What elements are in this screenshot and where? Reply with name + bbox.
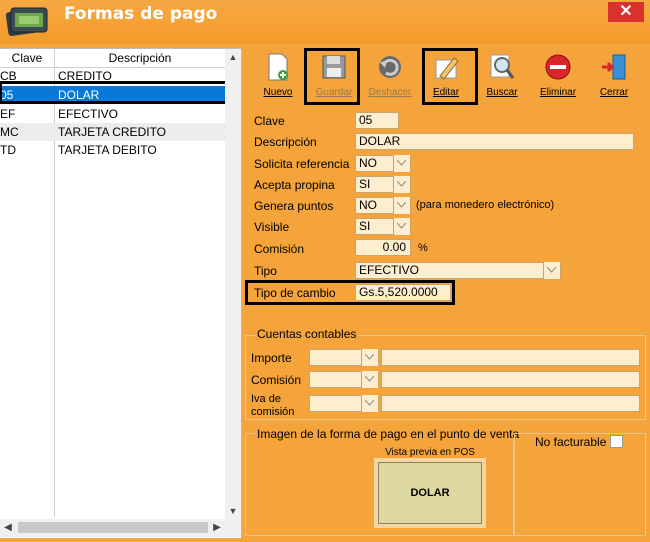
acepta-propina-label: Acepta propina bbox=[254, 178, 335, 192]
deshacer-button[interactable]: Deshacer bbox=[365, 49, 415, 103]
eliminar-label: Eliminar bbox=[539, 87, 577, 98]
descripcion-field[interactable]: DOLAR bbox=[355, 133, 634, 150]
column-header-clave[interactable]: Clave bbox=[0, 49, 55, 67]
list-row[interactable]: EF EFECTIVO bbox=[0, 105, 225, 123]
editar-highlight-frame bbox=[422, 48, 478, 105]
visible-value: SI bbox=[359, 219, 371, 233]
no-facturable-checkbox[interactable] bbox=[610, 435, 623, 448]
acepta-propina-value: SI bbox=[359, 177, 371, 191]
delete-icon bbox=[545, 54, 571, 80]
buscar-button[interactable]: Buscar bbox=[477, 49, 527, 103]
importe-account-select[interactable] bbox=[309, 349, 379, 366]
guardar-highlight-frame bbox=[304, 48, 360, 105]
new-document-icon bbox=[268, 53, 288, 81]
scroll-right-icon[interactable]: ▶ bbox=[209, 519, 225, 537]
title-bar: Formas de pago ✕ bbox=[0, 0, 650, 44]
payment-methods-list: Clave Descripción CB CREDITO 05 DOLAR EF… bbox=[0, 48, 242, 538]
list-row[interactable]: TD TARJETA DEBITO bbox=[0, 141, 225, 159]
chevron-down-icon[interactable] bbox=[393, 155, 410, 172]
cerrar-button[interactable]: Cerrar bbox=[589, 49, 639, 103]
comision-cuenta-label: Comisión bbox=[251, 373, 302, 387]
descripcion-label: Descripción bbox=[254, 135, 317, 149]
undo-icon bbox=[379, 56, 401, 78]
preview-label: Vista previa en POS bbox=[385, 447, 475, 458]
visible-select[interactable]: SI bbox=[355, 218, 411, 235]
scroll-down-icon[interactable]: ▼ bbox=[225, 503, 241, 519]
importe-label: Importe bbox=[251, 351, 292, 365]
magnifier-icon bbox=[490, 54, 515, 79]
selection-highlight-frame bbox=[0, 81, 228, 104]
scroll-up-icon[interactable]: ▲ bbox=[225, 49, 241, 65]
pos-preview: DOLAR bbox=[374, 458, 486, 528]
column-header-descripcion[interactable]: Descripción bbox=[55, 49, 225, 67]
clave-field[interactable]: 05 bbox=[355, 112, 399, 129]
toolbar: Nuevo Guardar Deshacer Editar Buscar Eli… bbox=[247, 48, 645, 106]
scroll-thumb[interactable] bbox=[18, 522, 208, 533]
genera-puntos-label: Genera puntos bbox=[254, 199, 334, 213]
comision-field[interactable]: 0.00 bbox=[355, 239, 411, 256]
iva-comision-label-1: Iva de bbox=[251, 393, 281, 405]
iva-comision-account-select[interactable] bbox=[309, 395, 379, 412]
exit-door-icon bbox=[602, 54, 626, 80]
list-header: Clave Descripción bbox=[0, 49, 225, 68]
comision-label: Comisión bbox=[254, 242, 305, 256]
cerrar-label: Cerrar bbox=[599, 87, 629, 98]
deshacer-label: Deshacer bbox=[368, 87, 412, 98]
no-facturable-label: No facturable bbox=[535, 435, 607, 449]
close-window-button[interactable]: ✕ bbox=[608, 2, 644, 22]
list-row[interactable]: MC TARJETA CREDITO bbox=[0, 123, 225, 141]
window-title: Formas de pago bbox=[64, 4, 218, 24]
scroll-left-icon[interactable]: ◀ bbox=[0, 519, 16, 537]
horizontal-scrollbar[interactable]: ◀ ▶ bbox=[0, 519, 241, 537]
chevron-down-icon[interactable] bbox=[361, 371, 378, 388]
row-descripcion: TARJETA DEBITO bbox=[58, 143, 157, 157]
eliminar-button[interactable]: Eliminar bbox=[533, 49, 583, 103]
genera-puntos-hint: (para monedero electrónico) bbox=[416, 199, 555, 211]
importe-account-name[interactable] bbox=[381, 349, 640, 366]
chevron-down-icon[interactable] bbox=[393, 197, 410, 214]
nuevo-button[interactable]: Nuevo bbox=[253, 49, 303, 103]
pos-preview-button[interactable]: DOLAR bbox=[378, 462, 482, 524]
row-clave: EF bbox=[0, 107, 16, 121]
chevron-down-icon[interactable] bbox=[543, 262, 560, 279]
comision-account-select[interactable] bbox=[309, 371, 379, 388]
tipo-select[interactable]: EFECTIVO bbox=[355, 262, 561, 279]
percent-sign: % bbox=[418, 242, 428, 254]
chevron-down-icon[interactable] bbox=[393, 176, 410, 193]
row-clave: MC bbox=[0, 125, 19, 139]
vertical-scrollbar[interactable]: ▲ ▼ bbox=[225, 49, 241, 519]
solicita-referencia-value: NO bbox=[359, 156, 377, 170]
genera-puntos-select[interactable]: NO bbox=[355, 197, 411, 214]
buscar-label: Buscar bbox=[486, 87, 518, 98]
chevron-down-icon[interactable] bbox=[361, 395, 378, 412]
imagen-group-title: Imagen de la forma de pago en el punto d… bbox=[255, 427, 522, 441]
genera-puntos-value: NO bbox=[359, 198, 377, 212]
row-descripcion: TARJETA CREDITO bbox=[58, 125, 167, 139]
tipo-label: Tipo bbox=[254, 264, 277, 278]
cuentas-contables-title: Cuentas contables bbox=[255, 327, 359, 341]
tipo-cambio-highlight-frame bbox=[245, 280, 455, 305]
row-clave: TD bbox=[0, 143, 16, 157]
iva-comision-account-name[interactable] bbox=[381, 395, 640, 412]
tipo-value: EFECTIVO bbox=[359, 263, 420, 277]
chevron-down-icon[interactable] bbox=[361, 349, 378, 366]
chevron-down-icon[interactable] bbox=[393, 218, 410, 235]
solicita-referencia-select[interactable]: NO bbox=[355, 155, 411, 172]
acepta-propina-select[interactable]: SI bbox=[355, 176, 411, 193]
visible-label: Visible bbox=[254, 220, 290, 234]
nuevo-label: Nuevo bbox=[263, 87, 293, 98]
payment-cards-icon bbox=[5, 7, 48, 37]
row-descripcion: EFECTIVO bbox=[58, 107, 119, 121]
solicita-referencia-label: Solicita referencia bbox=[254, 157, 350, 171]
iva-comision-label-2: comisión bbox=[251, 406, 295, 418]
comision-account-name[interactable] bbox=[381, 371, 640, 388]
clave-label: Clave bbox=[254, 114, 285, 128]
